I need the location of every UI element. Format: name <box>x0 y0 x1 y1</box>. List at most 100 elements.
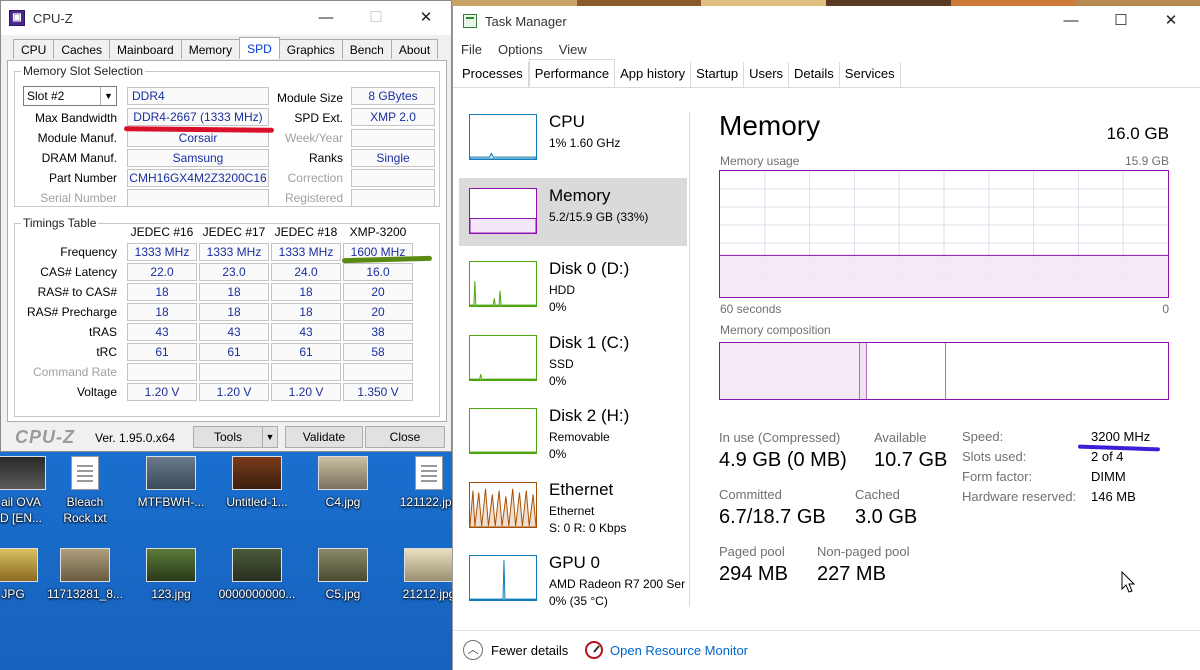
sidebar-item-ethernet[interactable]: Ethernet Ethernet S: 0 R: 0 Kbps <box>459 472 687 540</box>
tab-app-history[interactable]: App history <box>615 62 692 87</box>
desktop-icon[interactable]: C4.jpg <box>300 456 386 510</box>
image-thumbnail-icon <box>146 548 196 582</box>
desktop-icon[interactable]: 0000000000... <box>214 548 300 602</box>
module-manuf-label: Module Manuf. <box>37 131 117 145</box>
sidebar-item-disk-0-d[interactable]: Disk 0 (D:) HDD 0% <box>459 251 687 319</box>
timing-cell: 22.0 <box>127 263 197 281</box>
memory-usage-max: 15.9 GB <box>1124 154 1169 168</box>
maximize-icon: ☐ <box>369 9 383 26</box>
tm-titlebar[interactable]: Task Manager — ☐ ✕ <box>453 6 1200 36</box>
tab-mainboard[interactable]: Mainboard <box>109 39 182 59</box>
tab-details[interactable]: Details <box>789 62 840 87</box>
desktop-icon-label: C5.jpg <box>325 587 361 601</box>
timing-cell: 43 <box>199 323 269 341</box>
minimize-icon[interactable]: — <box>1046 6 1096 36</box>
sidebar-item-disk-1-c[interactable]: Disk 1 (C:) SSD 0% <box>459 325 687 393</box>
cpuz-title: CPU-Z <box>33 10 73 26</box>
tab-about[interactable]: About <box>390 39 439 59</box>
desktop-icon-label: Bleach Rock.txt <box>63 495 107 525</box>
maximize-icon[interactable]: ☐ <box>1096 6 1146 36</box>
tab-startup[interactable]: Startup <box>691 62 745 87</box>
tools-dropdown-icon[interactable]: ▼ <box>262 426 278 448</box>
tm-title: Task Manager <box>485 13 567 29</box>
sidebar-divider <box>689 112 690 607</box>
sidebar-item-name: GPU 0 <box>549 553 601 572</box>
memory-usage-graph <box>719 170 1169 298</box>
tab-graphics[interactable]: Graphics <box>278 39 343 59</box>
sidebar-mini-graph <box>469 481 537 528</box>
timing-cell <box>271 363 341 381</box>
timing-cell: 1.20 V <box>127 383 197 401</box>
timing-cell: 20 <box>343 303 413 321</box>
validate-button[interactable]: Validate <box>285 426 363 448</box>
tab-services[interactable]: Services <box>840 62 901 87</box>
sidebar-item-cpu[interactable]: CPU 1% 1.60 GHz <box>459 104 687 172</box>
tab-users[interactable]: Users <box>744 62 790 87</box>
fewer-details-button[interactable]: Fewer details <box>491 643 568 658</box>
menu-options[interactable]: Options <box>498 42 543 57</box>
timing-cell: 18 <box>199 283 269 301</box>
serial-number-field <box>127 189 269 207</box>
desktop-icon[interactable]: Bleach Rock.txt <box>42 456 128 526</box>
desktop-icon[interactable]: C5.jpg <box>300 548 386 602</box>
mouse-cursor-icon <box>1121 571 1136 593</box>
menu-file[interactable]: File <box>461 42 482 57</box>
desktop-icon-label: MTFBWH-... <box>137 495 205 509</box>
desktop-icon-label: 123.jpg <box>151 587 191 601</box>
tab-caches[interactable]: Caches <box>53 39 111 59</box>
image-file-icon <box>415 456 443 490</box>
sidebar-item-gpu-0[interactable]: GPU 0 AMD Radeon R7 200 Ser 0% (35 °C) <box>459 545 687 613</box>
tm-tab-bar: Processes Performance App history Startup Us… <box>453 59 1200 88</box>
desktop-icon-label: C4.jpg <box>325 495 361 509</box>
video-thumbnail-icon <box>0 456 46 490</box>
dram-manuf-label: DRAM Manuf. <box>41 151 117 165</box>
spec-value: 2 of 4 <box>1091 449 1124 464</box>
chevron-down-icon: ▼ <box>100 87 116 105</box>
stat-label: Committed <box>719 487 782 502</box>
sidebar-mini-graph <box>469 555 537 601</box>
close-button[interactable]: Close <box>365 426 445 448</box>
dram-manuf-field: Samsung <box>127 149 269 167</box>
minimize-icon[interactable]: — <box>301 3 351 33</box>
tab-spd[interactable]: SPD <box>239 37 280 59</box>
tab-bench[interactable]: Bench <box>341 39 392 59</box>
tab-processes[interactable]: Processes <box>457 62 529 87</box>
sidebar-item-memory[interactable]: Memory 5.2/15.9 GB (33%) <box>459 177 687 246</box>
slot-select[interactable]: Slot #2 ▼ <box>23 86 117 106</box>
spec-label: Form factor: <box>962 469 1033 484</box>
cpuz-bottom-bar: CPU-Z Ver. 1.95.0.x64 Tools ▼ Validate C… <box>7 425 447 449</box>
cpuz-version: Ver. 1.95.0.x64 <box>95 431 176 445</box>
cpuz-window: ▣ CPU-Z — ☐ ✕ CPU Caches Mainboard Memory SP… <box>0 0 452 452</box>
desktop-icon-label: 21212.jpg <box>402 587 456 601</box>
close-icon[interactable]: ✕ <box>1146 6 1196 36</box>
desktop-icon[interactable]: MTFBWH-... <box>128 456 214 510</box>
sidebar-item-name: Disk 1 (C:) <box>549 332 630 352</box>
open-resource-monitor-link[interactable]: Open Resource Monitor <box>610 643 748 658</box>
spd-ext-field: XMP 2.0 <box>351 108 435 126</box>
tools-button[interactable]: Tools <box>193 426 263 448</box>
desktop-icon[interactable]: Untitled-1... <box>214 456 300 510</box>
composition-in-use <box>720 343 860 399</box>
tab-memory[interactable]: Memory <box>180 39 241 59</box>
desktop-icon[interactable]: 11713281_8... <box>42 548 128 602</box>
image-thumbnail-icon <box>232 548 282 582</box>
desktop-icon[interactable]: 123.jpg <box>128 548 214 602</box>
tm-footer: ︿ Fewer details Open Resource Monitor <box>453 630 1200 670</box>
timing-row-label: Voltage <box>76 385 117 399</box>
sidebar-item-usage: S: 0 R: 0 Kbps <box>549 520 627 535</box>
tab-cpu[interactable]: CPU <box>13 39 55 59</box>
chevron-up-icon[interactable]: ︿ <box>463 640 483 660</box>
cpuz-titlebar[interactable]: ▣ CPU-Z — ☐ ✕ <box>1 1 451 35</box>
timing-cell: 43 <box>271 323 341 341</box>
sidebar-item-disk-2-h[interactable]: Disk 2 (H:) Removable 0% <box>459 398 687 466</box>
timing-cell: 16.0 <box>343 263 413 281</box>
timing-cell: 23.0 <box>199 263 269 281</box>
tab-performance[interactable]: Performance <box>528 59 616 87</box>
menu-view[interactable]: View <box>559 42 587 57</box>
max-bandwidth-label: Max Bandwidth <box>34 111 117 125</box>
spec-value: DIMM <box>1091 469 1126 484</box>
close-icon[interactable]: ✕ <box>401 3 451 33</box>
correction-label: Correction <box>287 171 343 185</box>
timing-cell: 18 <box>127 283 197 301</box>
spd-ext-label: SPD Ext. <box>294 111 343 125</box>
